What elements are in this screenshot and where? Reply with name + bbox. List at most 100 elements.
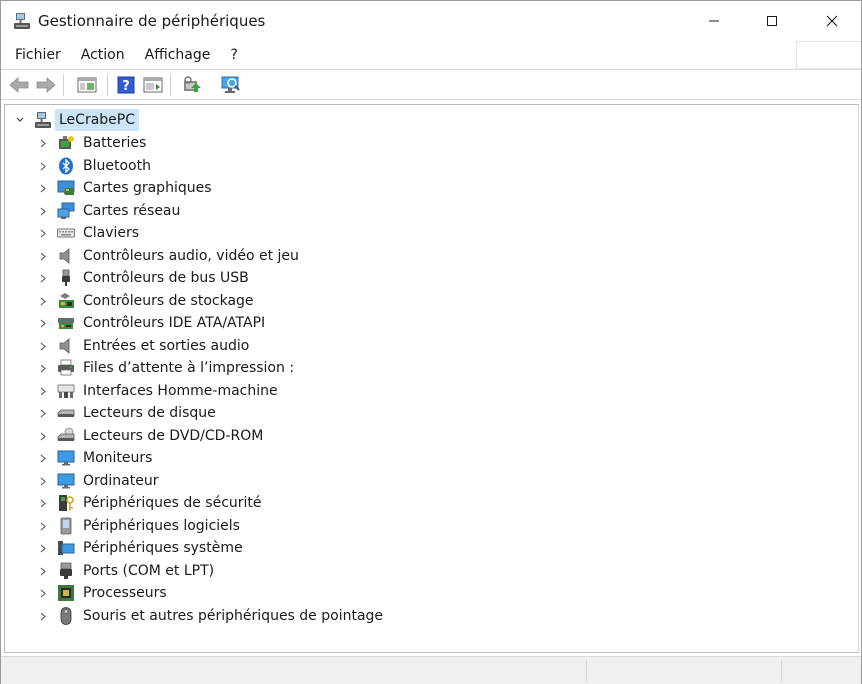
speaker-icon bbox=[57, 247, 75, 265]
properties-icon bbox=[143, 77, 163, 93]
menu-action[interactable]: Action bbox=[71, 41, 135, 69]
status-bar bbox=[1, 656, 861, 684]
tree-item-mice[interactable]: Souris et autres périphériques de pointa… bbox=[5, 605, 858, 628]
tree-item-ide-controllers[interactable]: Contrôleurs IDE ATA/ATAPI bbox=[5, 312, 858, 335]
tree-item-bluetooth[interactable]: Bluetooth bbox=[5, 155, 858, 178]
tree-item-audio-inputs-outputs[interactable]: Entrées et sorties audio bbox=[5, 335, 858, 358]
title-bar[interactable]: Gestionnaire de périphériques bbox=[1, 1, 861, 41]
chevron-right-icon[interactable] bbox=[39, 297, 47, 306]
chevron-right-icon[interactable] bbox=[39, 364, 47, 373]
update-driver-button[interactable] bbox=[181, 74, 203, 96]
computer-icon bbox=[57, 472, 75, 490]
menu-file[interactable]: Fichier bbox=[1, 41, 71, 69]
tree-item-label: Lecteurs de DVD/CD-ROM bbox=[83, 427, 264, 444]
chevron-right-icon[interactable] bbox=[39, 184, 47, 193]
tree-item-label: Cartes réseau bbox=[83, 202, 181, 219]
chevron-right-icon[interactable] bbox=[39, 162, 47, 171]
tree-item-batteries[interactable]: Batteries bbox=[5, 132, 858, 155]
chevron-right-icon[interactable] bbox=[39, 139, 47, 148]
tree-item-dvd-cdrom-drives[interactable]: Lecteurs de DVD/CD-ROM bbox=[5, 425, 858, 448]
chevron-right-icon[interactable] bbox=[39, 454, 47, 463]
maximize-button[interactable] bbox=[743, 1, 801, 41]
svg-text:?: ? bbox=[122, 79, 130, 94]
tree-item-storage-controllers[interactable]: Contrôleurs de stockage bbox=[5, 290, 858, 313]
dvd-drive-icon bbox=[57, 427, 75, 445]
status-pane bbox=[586, 660, 781, 682]
hid-icon bbox=[57, 382, 75, 400]
close-icon bbox=[826, 15, 838, 27]
close-button[interactable] bbox=[803, 1, 861, 41]
chevron-down-icon[interactable] bbox=[15, 115, 25, 125]
tree-item-keyboards[interactable]: Claviers bbox=[5, 222, 858, 245]
window-title: Gestionnaire de périphériques bbox=[38, 12, 266, 30]
keyboard-icon bbox=[57, 224, 75, 242]
tree-root-label[interactable]: LeCrabePC bbox=[55, 109, 139, 131]
tree-item-display-adapters[interactable]: Cartes graphiques bbox=[5, 177, 858, 200]
chevron-right-icon[interactable] bbox=[39, 409, 47, 418]
back-arrow-icon bbox=[9, 77, 29, 93]
chevron-right-icon[interactable] bbox=[39, 522, 47, 531]
tree-item-label: Ordinateur bbox=[83, 472, 159, 489]
tree-item-human-interface-devices[interactable]: Interfaces Homme-machine bbox=[5, 380, 858, 403]
help-button[interactable]: ? bbox=[115, 74, 137, 96]
tree-item-network-adapters[interactable]: Cartes réseau bbox=[5, 200, 858, 223]
tree-item-label: Bluetooth bbox=[83, 157, 151, 174]
tree-item-system-devices[interactable]: Périphériques système bbox=[5, 537, 858, 560]
chevron-right-icon[interactable] bbox=[39, 544, 47, 553]
tree-item-computer[interactable]: Ordinateur bbox=[5, 470, 858, 493]
tree-item-disk-drives[interactable]: Lecteurs de disque bbox=[5, 402, 858, 425]
monitor-icon bbox=[57, 449, 75, 467]
chevron-right-icon[interactable] bbox=[39, 319, 47, 328]
show-hide-console-tree-button[interactable] bbox=[76, 74, 98, 96]
menu-view[interactable]: Affichage bbox=[135, 41, 221, 69]
chevron-right-icon[interactable] bbox=[39, 342, 47, 351]
chevron-right-icon[interactable] bbox=[39, 612, 47, 621]
chevron-right-icon[interactable] bbox=[39, 477, 47, 486]
tree-item-software-devices[interactable]: Périphériques logiciels bbox=[5, 515, 858, 538]
device-tree[interactable]: LeCrabePC Batteries Bluetooth Cartes gra… bbox=[4, 104, 859, 653]
scan-hardware-button[interactable] bbox=[220, 74, 242, 96]
forward-button[interactable] bbox=[35, 74, 57, 96]
status-pane bbox=[781, 660, 861, 682]
tree-item-label: Cartes graphiques bbox=[83, 180, 212, 196]
tree-item-security-devices[interactable]: Périphériques de sécurité bbox=[5, 492, 858, 515]
chevron-right-icon[interactable] bbox=[39, 432, 47, 441]
tree-item-sound-video-game[interactable]: Contrôleurs audio, vidéo et jeu bbox=[5, 245, 858, 268]
display-adapter-icon bbox=[57, 179, 75, 197]
tree-item-label: Souris et autres périphériques de pointa… bbox=[83, 607, 384, 624]
help-icon: ? bbox=[117, 76, 135, 94]
port-icon bbox=[57, 562, 75, 580]
tree-item-processors[interactable]: Processeurs bbox=[5, 582, 858, 605]
tree-item-ports[interactable]: Ports (COM et LPT) bbox=[5, 560, 858, 583]
menu-help[interactable]: ? bbox=[220, 41, 247, 69]
forward-arrow-icon bbox=[36, 77, 56, 93]
disk-drive-icon bbox=[57, 404, 75, 422]
chevron-right-icon[interactable] bbox=[39, 387, 47, 396]
tree-item-label: Périphériques système bbox=[83, 540, 243, 556]
back-button[interactable] bbox=[8, 74, 30, 96]
chevron-right-icon[interactable] bbox=[39, 207, 47, 216]
processor-icon bbox=[57, 584, 75, 602]
software-device-icon bbox=[57, 517, 75, 535]
chevron-right-icon[interactable] bbox=[39, 252, 47, 261]
tree-item-label: Contrôleurs de bus USB bbox=[83, 270, 249, 286]
toolbar-separator bbox=[170, 74, 171, 96]
tree-item-monitors[interactable]: Moniteurs bbox=[5, 447, 858, 470]
chevron-right-icon[interactable] bbox=[39, 499, 47, 508]
chevron-right-icon[interactable] bbox=[39, 567, 47, 576]
chevron-right-icon[interactable] bbox=[39, 274, 47, 283]
network-adapter-icon bbox=[57, 202, 75, 220]
tree-item-label: Périphériques logiciels bbox=[83, 517, 240, 534]
properties-button[interactable] bbox=[142, 74, 164, 96]
usb-icon bbox=[57, 269, 75, 287]
tree-item-print-queues[interactable]: Files d’attente à l’impression : bbox=[5, 357, 858, 380]
chevron-right-icon[interactable] bbox=[39, 229, 47, 238]
print-queue-icon bbox=[57, 359, 75, 377]
tree-item-usb-controllers[interactable]: Contrôleurs de bus USB bbox=[5, 267, 858, 290]
chevron-right-icon[interactable] bbox=[39, 589, 47, 598]
minimize-button[interactable] bbox=[685, 1, 743, 41]
tree-item-label: Batteries bbox=[83, 135, 147, 151]
menu-bar-end bbox=[796, 41, 861, 69]
menu-bar: Fichier Action Affichage ? bbox=[1, 41, 861, 69]
tree-root-node[interactable]: LeCrabePC bbox=[15, 109, 215, 131]
